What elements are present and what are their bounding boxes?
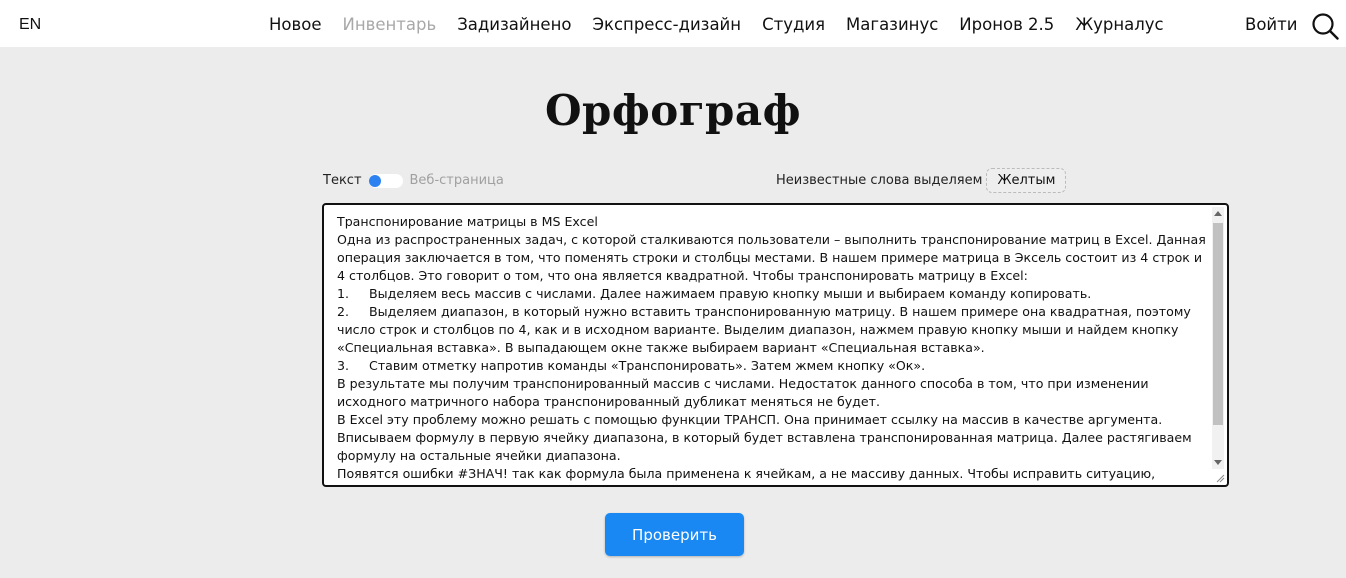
scroll-down-arrow-icon[interactable] <box>1214 460 1222 465</box>
scrollbar-thumb[interactable] <box>1213 223 1223 425</box>
highlight-label: Неизвестные слова выделяем <box>776 173 983 188</box>
editor-scrollbar[interactable] <box>1212 207 1224 469</box>
login-link[interactable]: Войти <box>1245 15 1297 34</box>
editor-content[interactable]: Транспонирование матрицы в MS Excel Одна… <box>337 213 1207 485</box>
input-mode-switch: Текст Веб-страница <box>323 173 504 188</box>
nav-item-new[interactable]: Новое <box>269 15 321 34</box>
nav-item-express-design[interactable]: Экспресс-дизайн <box>592 15 741 34</box>
resize-grip-icon[interactable] <box>1215 473 1225 483</box>
scroll-up-arrow-icon[interactable] <box>1214 211 1222 216</box>
highlight-setting: Неизвестные слова выделяем Желтым <box>776 168 1067 193</box>
search-icon[interactable] <box>1311 12 1339 40</box>
nav-item-journal[interactable]: Журналус <box>1075 15 1163 34</box>
toggle-knob <box>368 174 381 187</box>
mode-text-label[interactable]: Текст <box>323 173 362 188</box>
main-nav: Новое Инвентарь Задизайнено Экспресс-диз… <box>269 15 1185 34</box>
nav-item-studio[interactable]: Студия <box>762 15 825 34</box>
check-button[interactable]: Проверить <box>605 513 744 556</box>
nav-item-ironov[interactable]: Иронов 2.5 <box>959 15 1054 34</box>
nav-item-shop[interactable]: Магазинус <box>846 15 938 34</box>
nav-item-inventory[interactable]: Инвентарь <box>342 15 436 34</box>
page-title: Орфограф <box>544 86 802 135</box>
mode-toggle[interactable] <box>368 173 403 188</box>
text-editor[interactable]: Транспонирование матрицы в MS Excel Одна… <box>322 203 1229 487</box>
language-switch[interactable]: EN <box>19 16 41 34</box>
nav-item-designed[interactable]: Задизайнено <box>457 15 571 34</box>
highlight-color-select[interactable]: Желтым <box>986 168 1067 193</box>
mode-web-label[interactable]: Веб-страница <box>410 173 504 188</box>
top-navigation-bar: EN Новое Инвентарь Задизайнено Экспресс-… <box>0 0 1346 47</box>
